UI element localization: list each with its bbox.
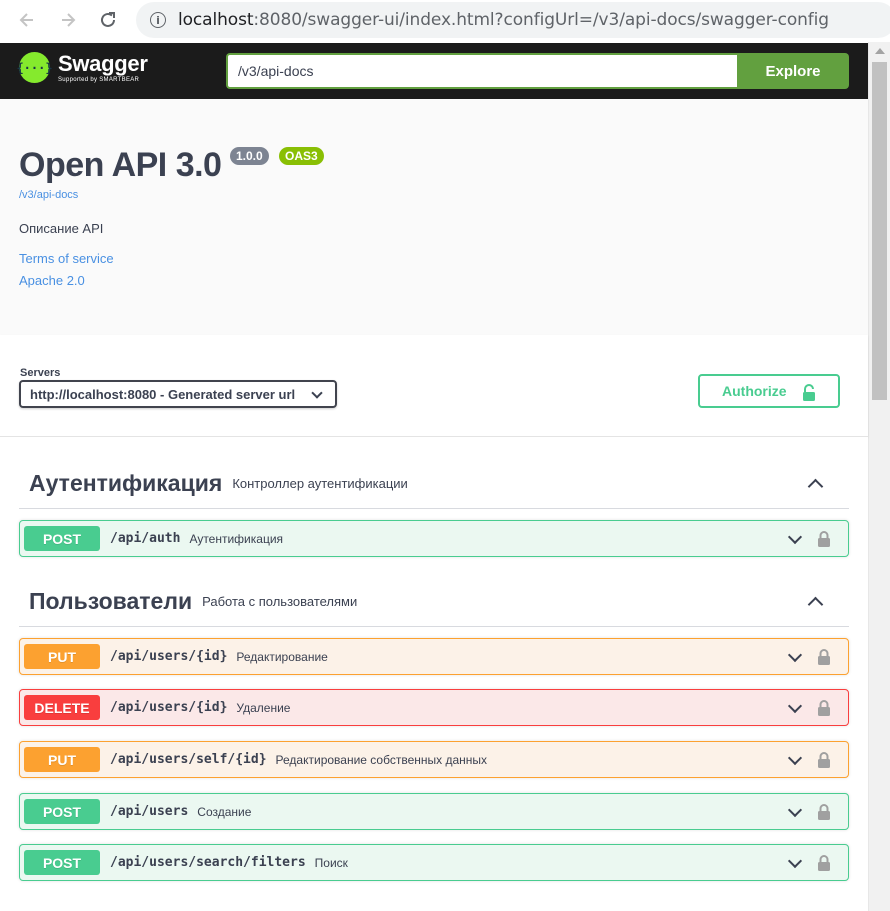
version-badge: 1.0.0 xyxy=(230,147,269,165)
method-badge: POST xyxy=(24,526,100,551)
operation-post-users[interactable]: POST /api/users Создание xyxy=(19,793,849,830)
operation-put-self[interactable]: PUT /api/users/self/{id} Редактирование … xyxy=(19,741,849,778)
operation-summary: Создание xyxy=(197,804,252,819)
logo-sub: Supported by SMARTBEAR xyxy=(58,76,140,83)
spec-url-input[interactable]: /v3/api-docs xyxy=(226,53,738,89)
lock-icon[interactable] xyxy=(817,854,831,872)
license-link[interactable]: Apache 2.0 xyxy=(19,273,85,288)
lock-icon[interactable] xyxy=(817,648,831,666)
lock-icon[interactable] xyxy=(817,803,831,821)
operation-path: /api/users/search/filters xyxy=(110,855,306,870)
method-badge: POST xyxy=(24,850,100,875)
reload-icon[interactable] xyxy=(95,7,121,33)
operation-summary: Редактирование xyxy=(236,649,328,664)
page-scrollbar[interactable] xyxy=(868,42,890,911)
method-badge: POST xyxy=(24,799,100,824)
tag-header-auth[interactable]: Аутентификация Контроллер аутентификации xyxy=(19,459,849,509)
api-info: Open API 3.0 1.0.0 OAS3 /v3/api-docs Опи… xyxy=(0,99,868,335)
method-badge: DELETE xyxy=(24,695,100,720)
info-icon[interactable]: i xyxy=(150,12,166,28)
explore-button[interactable]: Explore xyxy=(737,53,849,89)
servers-label: Servers xyxy=(20,367,61,379)
lock-open-icon xyxy=(803,384,815,401)
chevron-down-icon[interactable] xyxy=(787,647,803,663)
swagger-topbar: {···} Swagger Supported by SMARTBEAR /v3… xyxy=(0,43,868,99)
tag-name: Аутентификация xyxy=(29,470,223,496)
chevron-down-icon[interactable] xyxy=(787,853,803,869)
operation-delete-user[interactable]: DELETE /api/users/{id} Удаление xyxy=(19,689,849,726)
operation-post-auth[interactable]: POST /api/auth Аутентификация xyxy=(19,520,849,557)
method-badge: PUT xyxy=(24,644,100,669)
operation-path: /api/users xyxy=(110,804,189,819)
operation-summary: Аутентификация xyxy=(189,531,284,546)
api-description: Описание API xyxy=(19,221,104,236)
operation-path: /api/auth xyxy=(110,531,181,546)
tag-description: Работа с пользователями xyxy=(202,594,358,609)
url-text: localhost:8080/swagger-ui/index.html?con… xyxy=(178,10,829,30)
tag-header-users[interactable]: Пользователи Работа с пользователями xyxy=(19,577,849,627)
operation-summary: Поиск xyxy=(314,855,348,870)
chevron-down-icon[interactable] xyxy=(787,750,803,766)
swagger-logo-icon: {···} xyxy=(16,52,53,83)
operation-summary: Удаление xyxy=(236,700,291,715)
forward-icon[interactable] xyxy=(55,7,81,33)
scroll-up-icon[interactable] xyxy=(875,48,885,54)
chevron-up-icon[interactable] xyxy=(807,596,824,613)
method-badge: PUT xyxy=(24,747,100,772)
swagger-logo[interactable]: {···} Swagger Supported by SMARTBEAR xyxy=(16,50,148,83)
address-bar[interactable]: i localhost:8080/swagger-ui/index.html?c… xyxy=(136,2,890,38)
operation-path: /api/users/self/{id} xyxy=(110,752,267,767)
back-icon[interactable] xyxy=(14,7,40,33)
chevron-down-icon[interactable] xyxy=(787,529,803,545)
servers-select[interactable]: http://localhost:8080 - Generated server… xyxy=(19,380,337,408)
chevron-down-icon[interactable] xyxy=(787,802,803,818)
scroll-thumb[interactable] xyxy=(872,62,887,400)
servers-section: Servers http://localhost:8080 - Generate… xyxy=(0,335,868,437)
terms-link[interactable]: Terms of service xyxy=(19,251,114,266)
lock-icon[interactable] xyxy=(817,699,831,717)
operation-path: /api/users/{id} xyxy=(110,649,228,664)
chevron-down-icon xyxy=(311,387,323,399)
lock-icon[interactable] xyxy=(817,530,831,548)
operation-summary: Редактирование собственных данных xyxy=(275,752,488,767)
tag-name: Пользователи xyxy=(29,588,193,614)
operation-post-search[interactable]: POST /api/users/search/filters Поиск xyxy=(19,844,849,881)
logo-name: Swagger xyxy=(58,50,148,76)
operations-area: Аутентификация Контроллер аутентификации… xyxy=(0,437,868,911)
operation-path: /api/users/{id} xyxy=(110,700,228,715)
oas-badge: OAS3 xyxy=(279,147,324,165)
chevron-down-icon[interactable] xyxy=(787,698,803,714)
tag-description: Контроллер аутентификации xyxy=(232,476,408,491)
spec-link[interactable]: /v3/api-docs xyxy=(19,189,78,201)
page-title: Open API 3.0 xyxy=(19,146,222,184)
browser-toolbar: i localhost:8080/swagger-ui/index.html?c… xyxy=(0,0,890,42)
authorize-button[interactable]: Authorize xyxy=(698,374,840,408)
chevron-up-icon[interactable] xyxy=(807,478,824,495)
operation-put-user[interactable]: PUT /api/users/{id} Редактирование xyxy=(19,638,849,675)
lock-icon[interactable] xyxy=(817,751,831,769)
